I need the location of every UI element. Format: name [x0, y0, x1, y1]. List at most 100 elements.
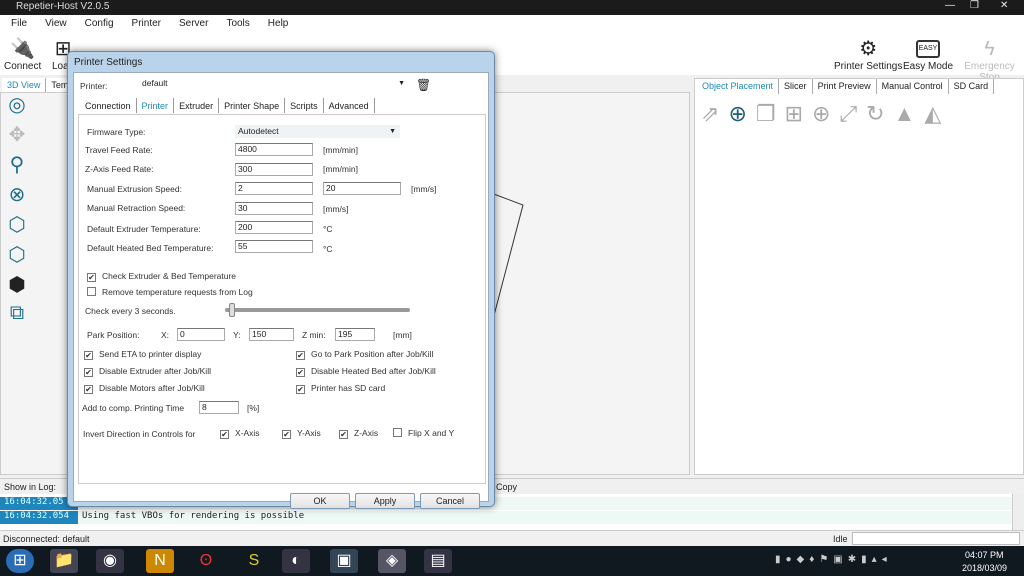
park-x-input[interactable]: 0 — [177, 328, 225, 341]
invert-x-checkbox[interactable]: ✔ X-Axis — [220, 428, 260, 439]
app-red-taskbar-icon[interactable]: ʘ — [192, 549, 220, 573]
idle-status: Idle — [833, 534, 848, 544]
bed-temp-input[interactable]: 55 — [235, 240, 313, 253]
remove-temp-checkbox[interactable]: Remove temperature requests from Log — [87, 287, 253, 297]
printer-select[interactable]: default ▼ — [139, 77, 409, 90]
park-z-input[interactable]: 195 — [335, 328, 375, 341]
tab-3d-view[interactable]: 3D View — [2, 78, 47, 93]
tab-connection[interactable]: Connection — [80, 98, 137, 113]
export-icon[interactable]: ⇗ — [701, 101, 719, 127]
menu-printer[interactable]: Printer — [121, 15, 168, 29]
cube-top-icon[interactable]: ⬢ — [0, 272, 34, 302]
tab-advanced[interactable]: Advanced — [324, 98, 375, 113]
tab-printer-shape[interactable]: Printer Shape — [219, 98, 286, 113]
video-taskbar-icon[interactable]: ▤ — [424, 549, 452, 573]
send-eta-checkbox[interactable]: ✔ Send ETA to printer display — [84, 349, 201, 360]
check-temp-checkbox[interactable]: ✔ Check Extruder & Bed Temperature — [87, 271, 236, 282]
park-y-input[interactable]: 150 — [249, 328, 294, 341]
start-button[interactable]: ⊞ — [6, 549, 34, 573]
disable-extruder-checkbox[interactable]: ✔ Disable Extruder after Job/Kill — [84, 366, 211, 377]
go-park-checkbox[interactable]: ✔ Go to Park Position after Job/Kill — [296, 349, 433, 360]
check-interval-slider[interactable] — [225, 308, 410, 312]
app-s-taskbar-icon[interactable]: S — [240, 549, 268, 573]
app-n-taskbar-icon[interactable]: N — [146, 549, 174, 573]
mountain-icon[interactable]: ▲ — [894, 101, 916, 127]
explorer-taskbar-icon[interactable]: 📁 — [50, 549, 78, 573]
views-icon[interactable]: ⧉ — [0, 302, 34, 332]
app-window-taskbar-icon[interactable]: ▣ — [330, 549, 358, 573]
center-icon[interactable]: ⊕ — [812, 101, 830, 127]
sd-card-checkbox[interactable]: ✔ Printer has SD card — [296, 383, 385, 394]
copy-icon[interactable]: ❐ — [756, 101, 776, 127]
connect-button[interactable]: 🔌 Connect — [4, 37, 41, 72]
cube-front-icon[interactable]: ⬡ — [0, 212, 34, 242]
fit-view-icon[interactable]: ⊗ — [0, 182, 34, 212]
menu-view[interactable]: View — [34, 15, 74, 29]
extrusion-speed-input[interactable]: 2 — [235, 182, 313, 195]
move-view-icon[interactable]: ✥ — [0, 122, 34, 152]
rotate-view-icon[interactable]: ◎ — [0, 92, 34, 122]
repetier-taskbar-icon[interactable]: ◈ — [378, 549, 406, 573]
menu-server[interactable]: Server — [168, 15, 215, 29]
tab-print-preview[interactable]: Print Preview — [812, 79, 877, 94]
menu-config[interactable]: Config — [74, 15, 121, 29]
menu-tools[interactable]: Tools — [215, 15, 256, 29]
comp-time-input[interactable]: 8 — [199, 401, 239, 414]
emergency-stop-button[interactable]: ϟEmergency Stop — [955, 37, 1024, 83]
disable-bed-checkbox[interactable]: ✔ Disable Heated Bed after Job/Kill — [296, 366, 436, 377]
comp-time-label: Add to comp. Printing Time — [82, 403, 185, 413]
menu-help[interactable]: Help — [257, 15, 296, 29]
menu-file[interactable]: File — [0, 15, 34, 29]
scale-icon[interactable]: ⤢ — [839, 101, 857, 127]
tab-printer[interactable]: Printer — [136, 98, 175, 113]
close-button[interactable]: ✕ — [1000, 0, 1008, 11]
right-panel: Object Placement Slicer Print Preview Manua… — [694, 78, 1024, 475]
printer-settings-button[interactable]: ⚙ Printer Settings — [834, 37, 902, 72]
menu-bar: File View Config Printer Server Tools Help — [0, 15, 1024, 33]
easy-mode-button[interactable]: EASY Easy Mode — [903, 37, 953, 72]
apply-button[interactable]: Apply — [355, 493, 415, 509]
invert-z-checkbox[interactable]: ✔ Z-Axis — [339, 428, 378, 439]
chrome-taskbar-icon[interactable]: ◉ — [96, 549, 124, 573]
trash-icon[interactable]: 🗑 — [416, 78, 431, 92]
minimize-button[interactable]: — — [945, 0, 955, 11]
unit-label: °C — [323, 224, 333, 234]
tab-slicer[interactable]: Slicer — [779, 79, 813, 94]
slider-thumb[interactable] — [229, 303, 235, 317]
retraction-speed-input[interactable]: 30 — [235, 202, 313, 215]
invert-y-checkbox[interactable]: ✔ Y-Axis — [282, 428, 321, 439]
tab-sd-card[interactable]: SD Card — [948, 79, 995, 94]
printer-tab-panel: Firmware Type: Autodetect ▼ Travel Feed R… — [78, 114, 486, 484]
flip-xy-checkbox[interactable]: Flip X and Y — [393, 428, 454, 438]
log-scrollbar[interactable] — [1012, 494, 1024, 530]
lightning-icon: ϟ — [984, 38, 995, 60]
disable-motors-checkbox[interactable]: ✔ Disable Motors after Job/Kill — [84, 383, 205, 394]
rotate-icon[interactable]: ↻ — [866, 101, 884, 127]
maximize-button[interactable]: ❐ — [970, 0, 979, 11]
zoom-icon[interactable]: ⚲ — [0, 152, 34, 182]
ok-button[interactable]: OK — [290, 493, 350, 509]
cancel-button[interactable]: Cancel — [420, 493, 480, 509]
add-object-icon[interactable]: ⊕ — [728, 101, 746, 127]
park-x-label: X: — [161, 330, 170, 340]
extrusion-speed-max-input[interactable]: 20 — [323, 182, 401, 195]
mirror-icon[interactable]: ◭ — [924, 101, 941, 127]
copy-button[interactable]: Copy — [496, 482, 517, 492]
checkbox-checked-icon: ✔ — [339, 430, 348, 439]
app-globe-taskbar-icon[interactable]: ◐ — [282, 549, 310, 573]
tab-extruder[interactable]: Extruder — [174, 98, 220, 113]
tray-icons[interactable]: ▮●◆♦⚑▣✱▮▴◂ — [775, 554, 892, 565]
firmware-select[interactable]: Autodetect ▼ — [235, 125, 400, 138]
dialog-title: Printer Settings — [74, 57, 143, 68]
unit-label: [mm/s] — [323, 204, 349, 214]
tab-scripts[interactable]: Scripts — [285, 98, 324, 113]
tab-manual-control[interactable]: Manual Control — [876, 79, 949, 94]
park-y-label: Y: — [233, 330, 241, 340]
extruder-temp-input[interactable]: 200 — [235, 221, 313, 234]
tab-object-placement[interactable]: Object Placement — [697, 79, 780, 94]
z-feed-input[interactable]: 300 — [235, 163, 313, 176]
grid-icon[interactable]: ⊞ — [785, 101, 803, 127]
cube-side-icon[interactable]: ⬡ — [0, 242, 34, 272]
unit-label: [mm/min] — [323, 164, 358, 174]
travel-feed-input[interactable]: 4800 — [235, 143, 313, 156]
